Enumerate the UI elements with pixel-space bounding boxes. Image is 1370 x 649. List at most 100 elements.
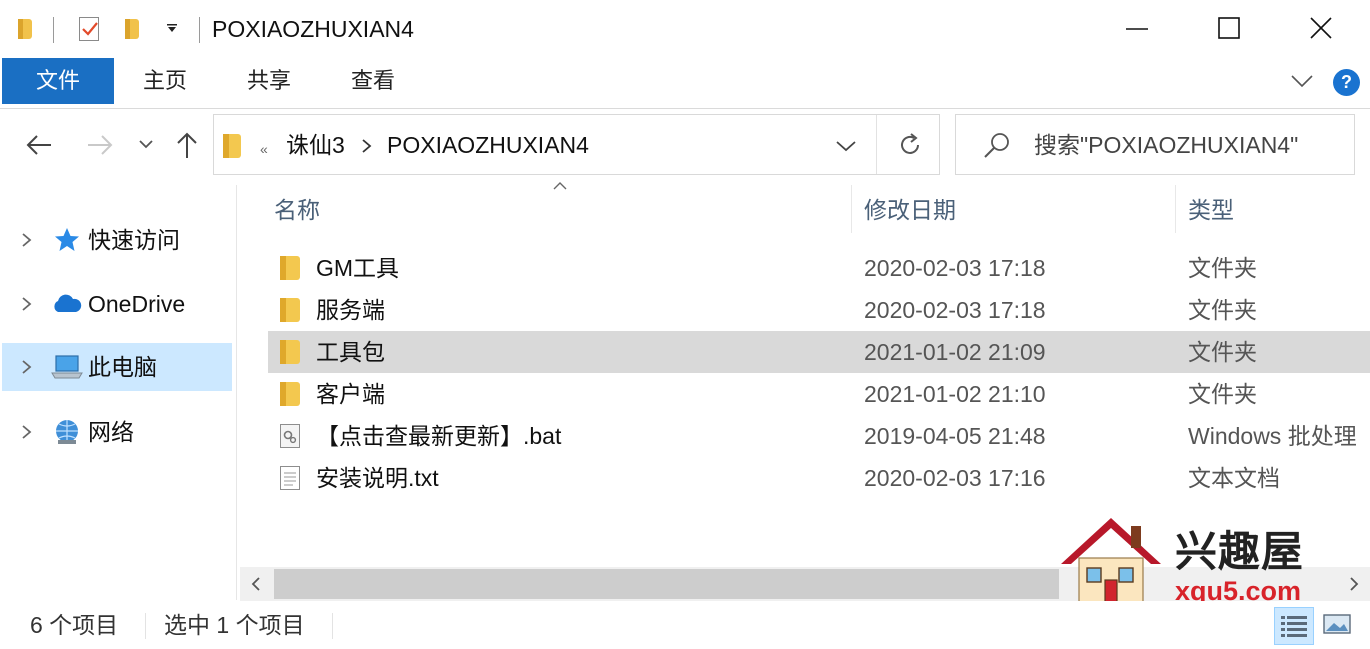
nav-item-label: 快速访问 [88, 227, 180, 253]
maximize-icon [1218, 17, 1240, 39]
scrollbar-thumb[interactable] [274, 569, 1059, 599]
properties-icon[interactable] [79, 17, 99, 41]
minimize-icon [1126, 28, 1148, 30]
expand-arrow-icon[interactable] [20, 296, 34, 312]
file-name: 【点击查最新更新】.bat [316, 423, 562, 449]
folder-icon [280, 340, 300, 364]
nav-item-label: 网络 [88, 419, 134, 445]
large-icons-view-button[interactable] [1318, 607, 1358, 645]
expand-arrow-icon[interactable] [20, 359, 34, 375]
nav-item-quick-access[interactable]: 快速访问 [2, 216, 232, 264]
back-arrow-icon [26, 135, 51, 155]
folder-icon [223, 134, 241, 158]
minimize-button[interactable] [1092, 0, 1184, 58]
window-title: POXIAOZHUXIAN4 [212, 16, 414, 42]
nav-item-label: OneDrive [88, 291, 186, 317]
file-name: 客户端 [316, 381, 385, 407]
nav-item-this-pc[interactable]: 此电脑 [2, 343, 232, 391]
refresh-icon[interactable] [896, 131, 924, 159]
details-view-icon [1281, 616, 1307, 637]
sort-ascending-icon [553, 182, 567, 190]
status-divider [145, 613, 146, 639]
folder-icon [280, 298, 300, 322]
cloud-icon [54, 294, 82, 312]
item-count: 6 个项目 [30, 612, 119, 638]
address-bar[interactable]: « 诛仙3 POXIAOZHUXIAN4 [213, 114, 940, 175]
file-date: 2021-01-02 21:09 [864, 339, 1046, 365]
navigation-pane: 快速访问 OneDrive 此电脑 网络 [0, 185, 237, 600]
file-row-selected[interactable]: 工具包 2021-01-02 21:09 文件夹 [268, 331, 1370, 373]
status-divider [332, 613, 333, 639]
file-date: 2021-01-02 21:10 [864, 381, 1046, 407]
batch-file-icon [280, 424, 300, 448]
nav-item-network[interactable]: 网络 [2, 408, 232, 456]
title-bar: POXIAOZHUXIAN4 [0, 0, 1370, 58]
scroll-left-button[interactable] [240, 567, 272, 601]
folder-icon [18, 19, 32, 39]
search-icon [984, 133, 1009, 158]
column-header-name[interactable]: 名称 [274, 195, 320, 225]
tab-view[interactable]: 查看 [326, 58, 420, 104]
back-button[interactable] [25, 130, 57, 162]
close-button[interactable] [1276, 0, 1368, 58]
details-view-button[interactable] [1274, 607, 1314, 645]
help-icon[interactable]: ? [1333, 69, 1360, 96]
file-type: 文件夹 [1188, 381, 1257, 407]
file-type: 文件夹 [1188, 339, 1257, 365]
column-divider[interactable] [851, 185, 852, 233]
toolbar-divider [53, 17, 54, 43]
file-date: 2020-02-03 17:18 [864, 297, 1046, 323]
file-name: 服务端 [316, 297, 385, 323]
breadcrumb-current[interactable]: POXIAOZHUXIAN4 [387, 130, 589, 160]
scroll-right-button[interactable] [1338, 567, 1370, 601]
expand-ribbon-chevron-icon[interactable] [1290, 72, 1314, 94]
recent-locations-button[interactable] [136, 130, 158, 162]
breadcrumb-overflow[interactable]: « [260, 134, 268, 164]
chevron-right-icon [1350, 577, 1359, 591]
column-header-type[interactable]: 类型 [1188, 195, 1234, 225]
file-row[interactable]: GM工具 2020-02-03 17:18 文件夹 [268, 247, 1370, 289]
breadcrumb-item[interactable]: 诛仙3 [286, 130, 345, 160]
address-divider [876, 115, 877, 174]
expand-arrow-icon[interactable] [20, 232, 34, 248]
column-header-date[interactable]: 修改日期 [864, 195, 956, 225]
breadcrumb-separator-icon[interactable] [360, 137, 374, 155]
file-type: Windows 批处理 [1188, 423, 1357, 449]
tab-share[interactable]: 共享 [222, 58, 316, 104]
search-input[interactable]: 搜索"POXIAOZHUXIAN4" [1034, 130, 1298, 160]
column-divider[interactable] [1175, 185, 1176, 233]
tab-file[interactable]: 文件 [2, 58, 114, 104]
file-name: 安装说明.txt [316, 465, 439, 491]
up-button[interactable] [172, 130, 204, 162]
ribbon: 文件 主页 共享 查看 ? [0, 58, 1370, 109]
toolbar-divider [199, 17, 200, 43]
forward-button[interactable] [84, 130, 116, 162]
file-row[interactable]: 客户端 2021-01-02 21:10 文件夹 [268, 373, 1370, 415]
new-folder-icon[interactable] [125, 19, 139, 39]
nav-item-label: 此电脑 [88, 354, 157, 380]
address-history-chevron-icon[interactable] [834, 137, 858, 155]
text-file-icon [280, 466, 300, 490]
file-date: 2020-02-03 17:16 [864, 465, 1046, 491]
star-pin-icon [55, 228, 79, 251]
file-row[interactable]: 服务端 2020-02-03 17:18 文件夹 [268, 289, 1370, 331]
file-date: 2020-02-03 17:18 [864, 255, 1046, 281]
selection-count: 选中 1 个项目 [164, 612, 305, 638]
watermark-title: 兴趣屋 [1175, 527, 1305, 576]
chevron-down-icon [139, 140, 153, 149]
maximize-button[interactable] [1184, 0, 1276, 58]
file-row[interactable]: 【点击查最新更新】.bat 2019-04-05 21:48 Windows 批… [268, 415, 1370, 457]
tab-home[interactable]: 主页 [118, 58, 212, 104]
large-icons-view-icon [1323, 614, 1351, 634]
search-box[interactable]: 搜索"POXIAOZHUXIAN4" [955, 114, 1355, 175]
customize-quick-access-dropdown[interactable] [165, 22, 179, 36]
file-type: 文件夹 [1188, 255, 1257, 281]
file-type: 文件夹 [1188, 297, 1257, 323]
close-icon [1310, 17, 1332, 39]
nav-item-onedrive[interactable]: OneDrive [2, 280, 232, 328]
file-row[interactable]: 安装说明.txt 2020-02-03 17:16 文本文档 [268, 457, 1370, 499]
file-date: 2019-04-05 21:48 [864, 423, 1046, 449]
chevron-left-icon [251, 577, 260, 591]
file-name: GM工具 [316, 255, 400, 281]
expand-arrow-icon[interactable] [20, 424, 34, 440]
